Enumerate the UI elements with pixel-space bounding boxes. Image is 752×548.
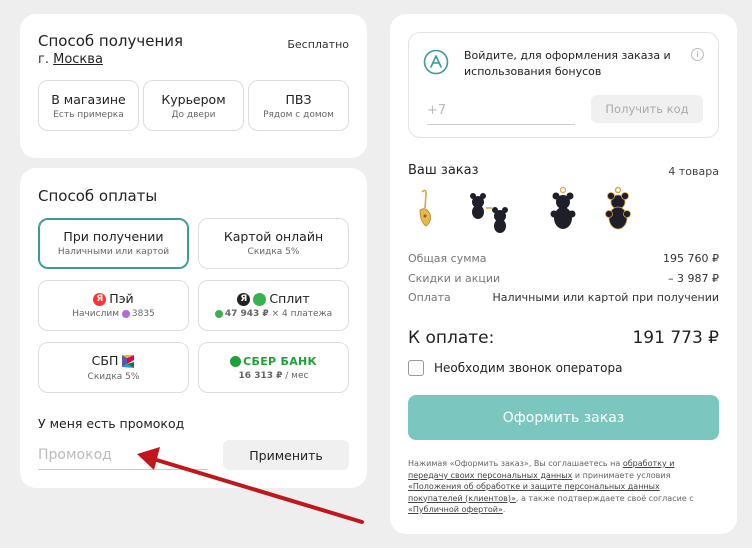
payment-option-sber[interactable]: СБЕР БАНК 16 313 ₽ / мес	[198, 342, 349, 393]
option-title: ПВЗ	[285, 92, 312, 107]
total-label: К оплате:	[408, 328, 495, 348]
payment-option-card-online[interactable]: Картой онлайн Скидка 5%	[198, 218, 349, 269]
info-icon[interactable]: i	[691, 48, 704, 61]
legal-part: Нажимая «Оформить заказ», Вы соглашаетес…	[408, 459, 623, 468]
payment-option-sbp[interactable]: СБП Скидка 5%	[38, 342, 189, 393]
sbp-title: СБП	[91, 353, 119, 368]
option-title: Я Сплит	[199, 291, 348, 306]
plus-points-icon	[121, 309, 130, 318]
city-prefix: г.	[38, 52, 49, 67]
option-sub: 16 313 ₽ / мес	[199, 371, 348, 381]
order-title: Ваш заказ	[408, 163, 479, 178]
yapay-sub-prefix: Начислим	[72, 309, 119, 319]
city-link[interactable]: Москва	[53, 52, 103, 67]
option-title: В магазине	[51, 92, 126, 107]
delivery-title: Способ получения	[38, 32, 184, 50]
yapay-sub-value: 3835	[131, 309, 155, 319]
promo-title: У меня есть промокод	[38, 416, 185, 431]
summary-label: Оплата	[408, 291, 451, 304]
yandex-icon: Я	[237, 293, 251, 306]
summary-value: Наличными или картой при получении	[492, 291, 719, 304]
earring-gold-thumbnail[interactable]	[408, 186, 452, 238]
apply-promo-button[interactable]: Применить	[223, 440, 349, 470]
public-offer-link[interactable]: «Публичной офертой»	[408, 505, 503, 514]
pendant-bear-thumbnail[interactable]	[541, 186, 585, 238]
legal-part: и принимаете условия	[572, 470, 671, 480]
delivery-option-courier[interactable]: Курьером До двери	[143, 80, 244, 131]
pendant-bear-gold-thumbnail[interactable]	[596, 186, 640, 238]
payment-option-split[interactable]: Я Сплит 47 943 ₽ × 4 платежа	[198, 280, 349, 331]
sbp-icon	[122, 355, 135, 368]
delivery-option-store[interactable]: В магазине Есть примерка	[38, 80, 139, 131]
option-title: При получении	[63, 229, 164, 244]
login-text: Войдите, для оформления заказа и использ…	[464, 49, 671, 78]
option-sub: Скидка 5%	[87, 372, 140, 382]
split-sub-suffix: × 4 платежа	[271, 309, 333, 319]
user-login-icon	[423, 49, 449, 75]
sber-sub-value: 16 313 ₽	[238, 371, 283, 381]
phone-input[interactable]	[427, 97, 575, 125]
order-thumbnails	[408, 186, 719, 242]
city-line: г. Москва	[38, 52, 103, 67]
delivery-card: Способ получения Бесплатно г. Москва В м…	[20, 14, 367, 158]
promo-input[interactable]	[38, 440, 208, 470]
option-title: Я Пэй	[39, 291, 188, 306]
option-sub: Скидка 5%	[247, 247, 300, 257]
option-title: Курьером	[161, 92, 226, 107]
total-value: 191 773 ₽	[632, 328, 719, 348]
payment-option-on-receipt[interactable]: При получении Наличными или картой	[38, 218, 189, 269]
legal-part: , а также подтверждаете своё согласие с	[515, 493, 694, 503]
summary-label: Общая сумма	[408, 252, 487, 265]
option-sub: Наличными или картой	[57, 247, 170, 257]
summary-value: – 3 987 ₽	[668, 272, 719, 285]
payment-card: Способ оплаты При получении Наличными ил…	[20, 168, 367, 488]
sber-title: СБЕР БАНК	[243, 355, 317, 368]
delivery-price: Бесплатно	[287, 38, 349, 51]
option-title: СБЕР БАНК	[199, 353, 348, 368]
option-sub: До двери	[171, 110, 216, 120]
operator-call-checkbox[interactable]	[408, 360, 424, 376]
option-sub: 47 943 ₽ × 4 платежа	[199, 309, 348, 319]
earrings-bear-thumbnail[interactable]	[466, 186, 524, 238]
payment-option-yapay[interactable]: Я Пэй Начислим 3835	[38, 280, 189, 331]
split-title: Сплит	[269, 291, 310, 306]
operator-call-label[interactable]: Необходим звонок оператора	[434, 361, 622, 375]
yandex-icon: Я	[93, 293, 107, 306]
delivery-option-pickup[interactable]: ПВЗ Рядом с домом	[248, 80, 349, 131]
split-sub-value: 47 943 ₽	[224, 309, 269, 319]
option-title: Картой онлайн	[223, 229, 324, 244]
summary-value: 195 760 ₽	[663, 252, 719, 265]
login-box: Войдите, для оформления заказа и использ…	[408, 32, 719, 138]
split-icon	[253, 293, 267, 306]
sber-logo-icon	[230, 356, 242, 367]
legal-part: .	[502, 505, 506, 514]
submit-order-button[interactable]: Оформить заказ	[408, 395, 719, 440]
yapay-title: Пэй	[109, 291, 134, 306]
order-count: 4 товара	[668, 165, 719, 178]
option-sub: Рядом с домом	[263, 110, 334, 120]
legal-text: Нажимая «Оформить заказ», Вы соглашаетес…	[408, 458, 708, 516]
get-code-button[interactable]: Получить код	[591, 95, 703, 123]
sber-sub-suffix: / мес	[285, 371, 309, 381]
option-sub: Есть примерка	[53, 110, 124, 120]
option-title: СБП	[39, 353, 188, 369]
summary-card: Войдите, для оформления заказа и использ…	[390, 14, 737, 534]
payment-title: Способ оплаты	[38, 187, 158, 205]
option-sub: Начислим 3835	[39, 309, 188, 319]
split-mini-icon	[214, 309, 223, 318]
summary-label: Скидки и акции	[408, 272, 501, 285]
